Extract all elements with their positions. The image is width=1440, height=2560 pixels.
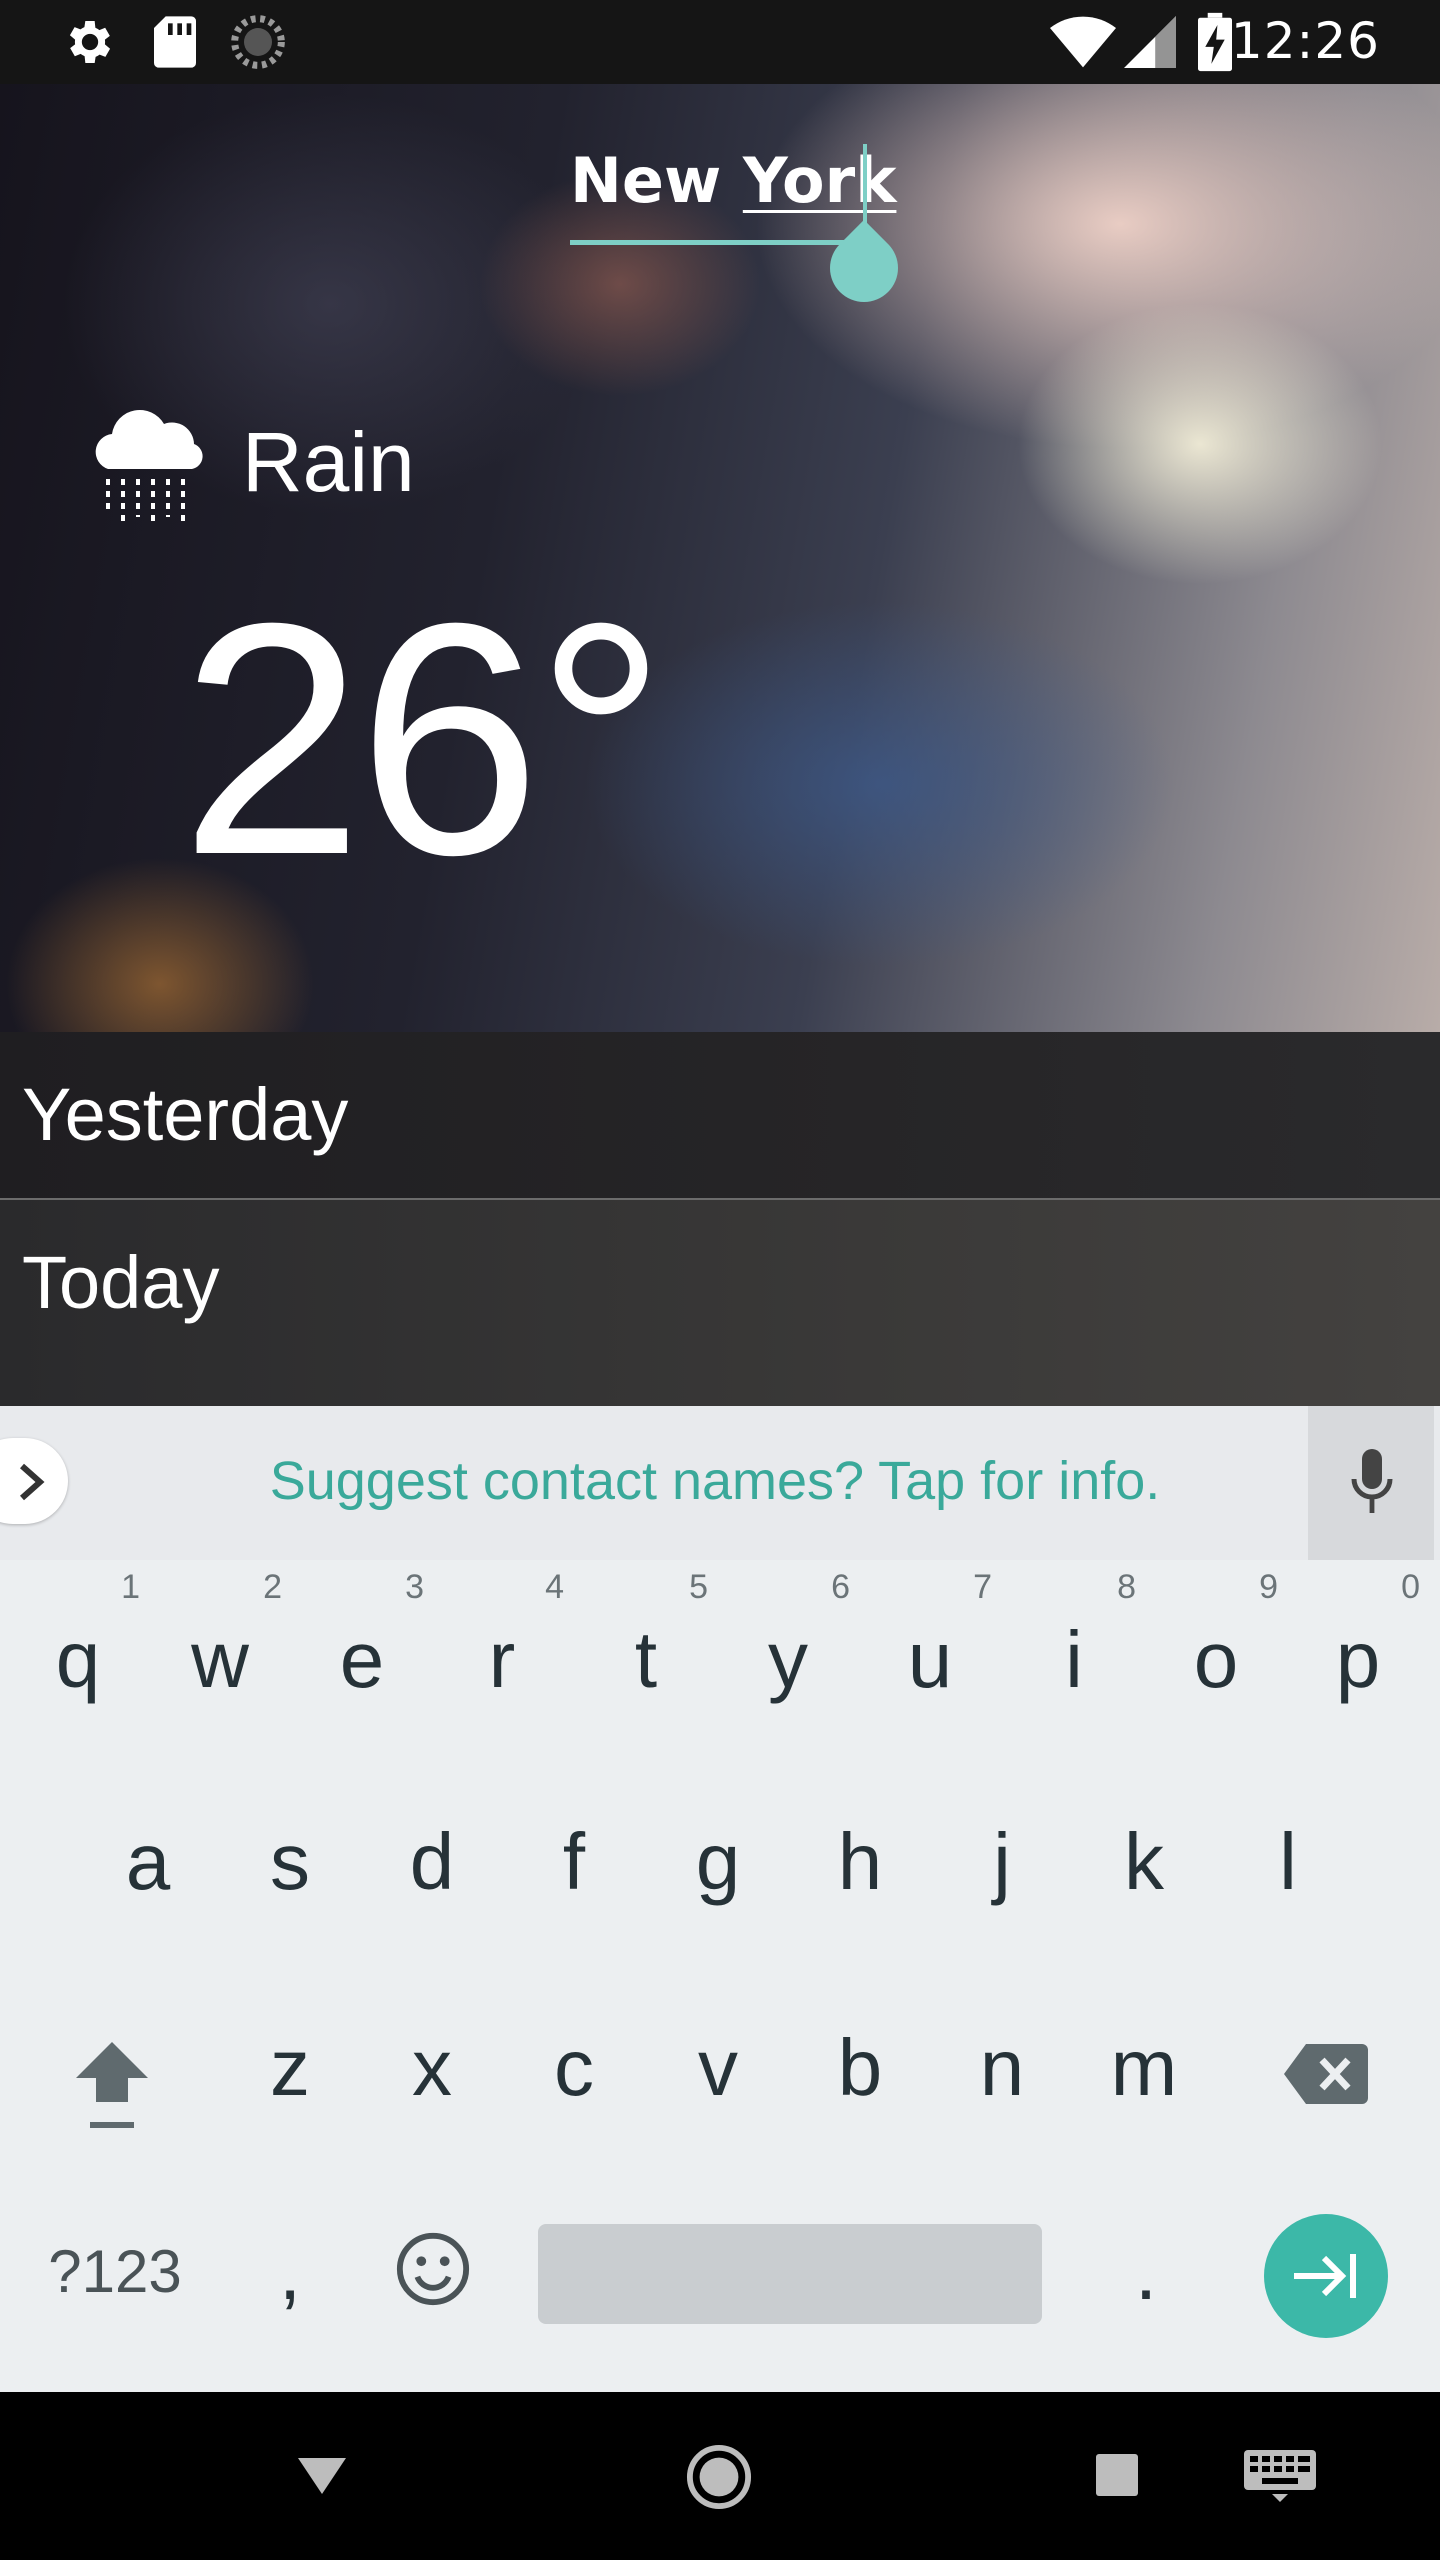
- settings-icon: [62, 14, 118, 74]
- key-comma[interactable]: ,: [252, 2232, 328, 2312]
- emoji-key[interactable]: [394, 2230, 472, 2308]
- key-p[interactable]: p0: [1320, 1568, 1420, 1700]
- suggestion-strip: Suggest contact names? Tap for info.: [0, 1406, 1440, 1560]
- battery-charging-icon: [1198, 12, 1232, 76]
- key-v[interactable]: v: [680, 2028, 756, 2108]
- shift-icon: [76, 2042, 148, 2128]
- key-u[interactable]: u7: [892, 1568, 992, 1700]
- key-n[interactable]: n: [964, 2028, 1040, 2108]
- symbols-key[interactable]: ?123: [40, 2242, 190, 2302]
- key-x[interactable]: x: [394, 2028, 470, 2108]
- cell-signal-icon: [1124, 16, 1176, 72]
- key-r[interactable]: r4: [464, 1568, 564, 1700]
- weather-header: New York Rain 26°: [0, 84, 1440, 1032]
- smiley-icon: [396, 2232, 470, 2306]
- list-item-label: Today: [22, 1241, 220, 1324]
- key-c[interactable]: c: [536, 2028, 612, 2108]
- next-arrow-icon: [1294, 2254, 1356, 2298]
- keyboard: q1 w2 e3 r4 t5 y6 u7 i8 o9 p0 a s d f g …: [0, 1560, 1440, 2392]
- condition-label: Rain: [242, 415, 415, 509]
- key-period[interactable]: .: [1108, 2232, 1184, 2312]
- key-b[interactable]: b: [822, 2028, 898, 2108]
- city-word-new: New: [570, 144, 722, 217]
- key-t[interactable]: t5: [608, 1568, 708, 1700]
- back-icon[interactable]: [294, 2452, 350, 2500]
- key-w[interactable]: w2: [182, 1568, 282, 1700]
- recents-icon[interactable]: [1096, 2454, 1138, 2496]
- shift-key[interactable]: [70, 2038, 154, 2134]
- status-clock: 12:26: [1230, 12, 1380, 70]
- key-k[interactable]: k: [1106, 1822, 1182, 1902]
- navigation-bar: [0, 2392, 1440, 2560]
- rain-cloud-icon: [90, 399, 210, 529]
- list-item-label: Yesterday: [22, 1073, 349, 1156]
- suggestion-text[interactable]: Suggest contact names? Tap for info.: [0, 1450, 1430, 1512]
- sd-card-icon: [150, 14, 200, 74]
- key-e[interactable]: e3: [324, 1568, 424, 1700]
- keyboard-switch-icon[interactable]: [1244, 2450, 1316, 2502]
- temperature: 26°: [180, 554, 667, 923]
- key-z[interactable]: z: [252, 2028, 328, 2108]
- key-o[interactable]: o9: [1178, 1568, 1278, 1700]
- microphone-icon: [1351, 1449, 1393, 1513]
- key-q[interactable]: q1: [40, 1568, 140, 1700]
- key-f[interactable]: f: [536, 1822, 612, 1902]
- key-m[interactable]: m: [1106, 2028, 1182, 2108]
- list-item-today[interactable]: Today: [0, 1200, 1440, 1406]
- key-g[interactable]: g: [680, 1822, 756, 1902]
- key-h[interactable]: h: [822, 1822, 898, 1902]
- city-input-underline: [570, 240, 870, 245]
- enter-next-key[interactable]: [1264, 2214, 1388, 2338]
- backspace-key[interactable]: [1282, 2040, 1370, 2108]
- city-input[interactable]: New York: [570, 144, 896, 236]
- backspace-icon: [1284, 2044, 1368, 2104]
- key-a[interactable]: a: [110, 1822, 186, 1902]
- key-j[interactable]: j: [964, 1822, 1040, 1902]
- key-d[interactable]: d: [394, 1822, 470, 1902]
- key-y[interactable]: y6: [750, 1568, 850, 1700]
- city-word-york: York: [742, 144, 897, 217]
- list-item-yesterday[interactable]: Yesterday: [0, 1032, 1440, 1200]
- voice-input-button[interactable]: [1308, 1406, 1434, 1560]
- status-bar: 12:26: [0, 0, 1440, 84]
- sync-icon: [230, 14, 286, 74]
- space-bar[interactable]: [538, 2224, 1042, 2324]
- key-i[interactable]: i8: [1036, 1568, 1136, 1700]
- key-l[interactable]: l: [1250, 1822, 1326, 1902]
- home-icon[interactable]: [686, 2444, 752, 2510]
- key-s[interactable]: s: [252, 1822, 328, 1902]
- wifi-icon: [1050, 16, 1116, 72]
